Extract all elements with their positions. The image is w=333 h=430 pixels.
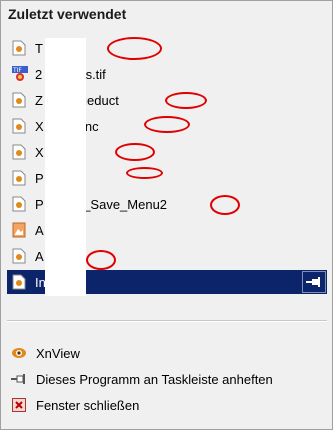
annotation-circle bbox=[210, 195, 240, 215]
close-window-item[interactable]: Fenster schließen bbox=[7, 392, 327, 418]
tif-file-icon: TIF bbox=[12, 66, 28, 82]
task-label: Dieses Programm an Taskleiste anheften bbox=[36, 371, 273, 387]
svg-text:TIF: TIF bbox=[12, 67, 22, 74]
section-divider bbox=[7, 320, 327, 322]
xnview-app-icon bbox=[11, 345, 27, 361]
xnview-file-icon bbox=[12, 118, 26, 134]
xnview-file-icon bbox=[12, 144, 26, 160]
open-xnview-item[interactable]: XnView bbox=[7, 340, 327, 366]
task-label: XnView bbox=[36, 345, 80, 361]
xnview-file-icon bbox=[12, 248, 26, 264]
annotation-circle bbox=[86, 250, 116, 270]
xnview-file-icon bbox=[12, 196, 26, 212]
annotation-circle bbox=[126, 167, 163, 179]
task-label: Fenster schließen bbox=[36, 397, 140, 413]
pin-icon bbox=[11, 371, 27, 387]
xnview-file-icon bbox=[12, 40, 26, 56]
task-list: XnView Dieses Programm an Taskleiste anh… bbox=[7, 340, 327, 418]
png-file-icon bbox=[12, 222, 26, 238]
xnview-file-icon bbox=[12, 170, 26, 186]
pin-icon bbox=[306, 277, 320, 287]
recent-item-label: A bbox=[35, 248, 44, 264]
xnview-file-icon bbox=[12, 92, 26, 108]
annotation-circle bbox=[165, 92, 207, 109]
redaction-overlay bbox=[45, 38, 86, 296]
pin-to-taskbar-item[interactable]: Dieses Programm an Taskleiste anheften bbox=[7, 366, 327, 392]
annotation-circle bbox=[107, 37, 162, 60]
annotation-circle bbox=[115, 143, 155, 161]
pin-button[interactable] bbox=[302, 271, 326, 293]
jump-list-panel: Zuletzt verwendet T sklist TIF 2 rkuvert… bbox=[0, 0, 333, 430]
recent-section-title: Zuletzt verwendet bbox=[8, 6, 127, 22]
xnview-file-icon bbox=[12, 274, 26, 290]
annotation-circle bbox=[144, 116, 190, 133]
close-window-icon bbox=[11, 397, 27, 413]
